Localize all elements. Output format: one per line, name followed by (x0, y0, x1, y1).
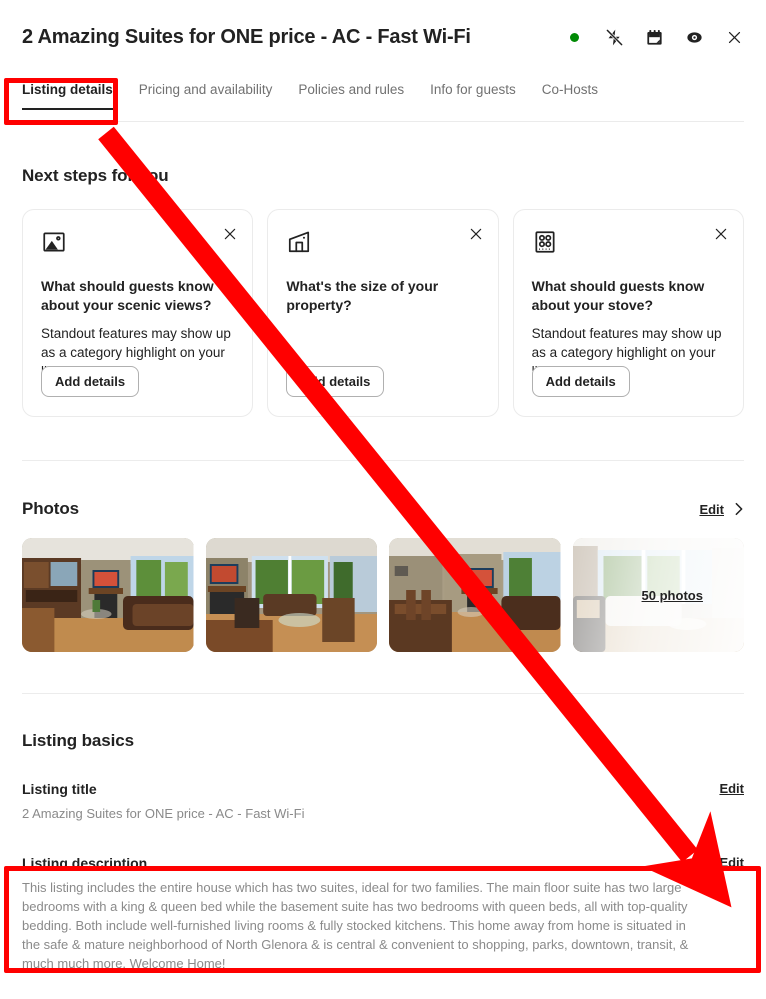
calendar-icon[interactable] (644, 27, 664, 47)
tab-label: Co-Hosts (541, 82, 598, 97)
next-steps-title: Next steps for you (22, 166, 169, 185)
photos-edit-link[interactable]: Edit (699, 502, 724, 517)
add-details-button[interactable]: Add details (531, 366, 630, 397)
photos-edit-control[interactable]: Edit (699, 502, 744, 517)
listing-description-edit-link[interactable]: Edit (719, 855, 744, 870)
tab-label: Info for guests (430, 82, 516, 97)
more-photos-overlay[interactable]: 50 photos (572, 538, 744, 652)
listing-title-row: Listing title 2 Amazing Suites for ONE p… (22, 781, 744, 823)
listing-title-label: Listing title (22, 781, 97, 797)
tab-info-for-guests[interactable]: Info for guests (430, 78, 516, 113)
preview-eye-icon[interactable] (684, 27, 704, 47)
close-icon[interactable] (724, 27, 744, 47)
tab-co-hosts[interactable]: Co-Hosts (542, 78, 598, 113)
next-step-card-stove[interactable]: What should guests know about your stove… (512, 209, 744, 417)
dismiss-card-icon[interactable] (713, 226, 729, 242)
more-photos-label: 50 photos (641, 587, 703, 603)
status-dot-icon (564, 27, 584, 47)
photos-title: Photos (22, 499, 80, 518)
add-details-button[interactable]: Add details (41, 366, 140, 397)
listing-description-label: Listing description (22, 855, 148, 871)
tab-label: Pricing and availability (138, 82, 273, 97)
listing-basics-title: Listing basics (22, 731, 134, 750)
listing-title-edit-link[interactable]: Edit (719, 781, 744, 796)
card-heading: What's the size of your property? (286, 278, 439, 313)
page-title: 2 Amazing Suites for ONE price - AC - Fa… (22, 25, 471, 48)
tab-bar: Listing details Pricing and availability… (0, 78, 766, 122)
main-content: Next steps for you What should guests kn… (0, 122, 766, 999)
card-heading: What should guests know about your sceni… (41, 278, 214, 313)
photo-thumbnail[interactable] (205, 538, 377, 652)
photo-thumbnail-row: 50 photos (22, 538, 744, 652)
photo-thumbnail[interactable] (22, 538, 194, 652)
listing-description-row: Listing description This listing include… (22, 855, 744, 973)
tab-label: Policies and rules (298, 82, 405, 97)
stove-icon (532, 231, 558, 259)
instant-book-off-icon[interactable] (604, 27, 624, 47)
photos-section-header: Photos Edit (22, 499, 744, 519)
tab-listing-details[interactable]: Listing details (22, 78, 113, 113)
listing-title-value: 2 Amazing Suites for ONE price - AC - Fa… (22, 806, 305, 821)
tab-pricing-and-availability[interactable]: Pricing and availability (139, 78, 273, 113)
house-size-icon (286, 231, 312, 259)
section-divider-photos (22, 460, 744, 461)
listing-description-value: This listing includes the entire house w… (22, 880, 689, 971)
chevron-right-icon (734, 502, 744, 516)
next-step-card-scenic-views[interactable]: What should guests know about your sceni… (22, 209, 254, 417)
image-icon (41, 232, 67, 259)
card-heading: What should guests know about your stove… (531, 278, 705, 313)
tab-label: Listing details (22, 82, 113, 97)
tab-policies-and-rules[interactable]: Policies and rules (298, 78, 404, 113)
section-divider-listing-basics (22, 693, 744, 694)
photo-thumbnail-more[interactable]: 50 photos (572, 538, 744, 652)
dismiss-card-icon[interactable] (222, 226, 238, 242)
add-details-button[interactable]: Add details (286, 366, 385, 397)
header-actions (564, 27, 744, 47)
photo-thumbnail[interactable] (389, 538, 561, 652)
dismiss-card-icon[interactable] (468, 226, 484, 242)
next-step-card-property-size[interactable]: What's the size of your property? Add de… (267, 209, 499, 417)
next-steps-cards: What should guests know about your sceni… (22, 209, 744, 417)
window-header: 2 Amazing Suites for ONE price - AC - Fa… (0, 0, 766, 74)
